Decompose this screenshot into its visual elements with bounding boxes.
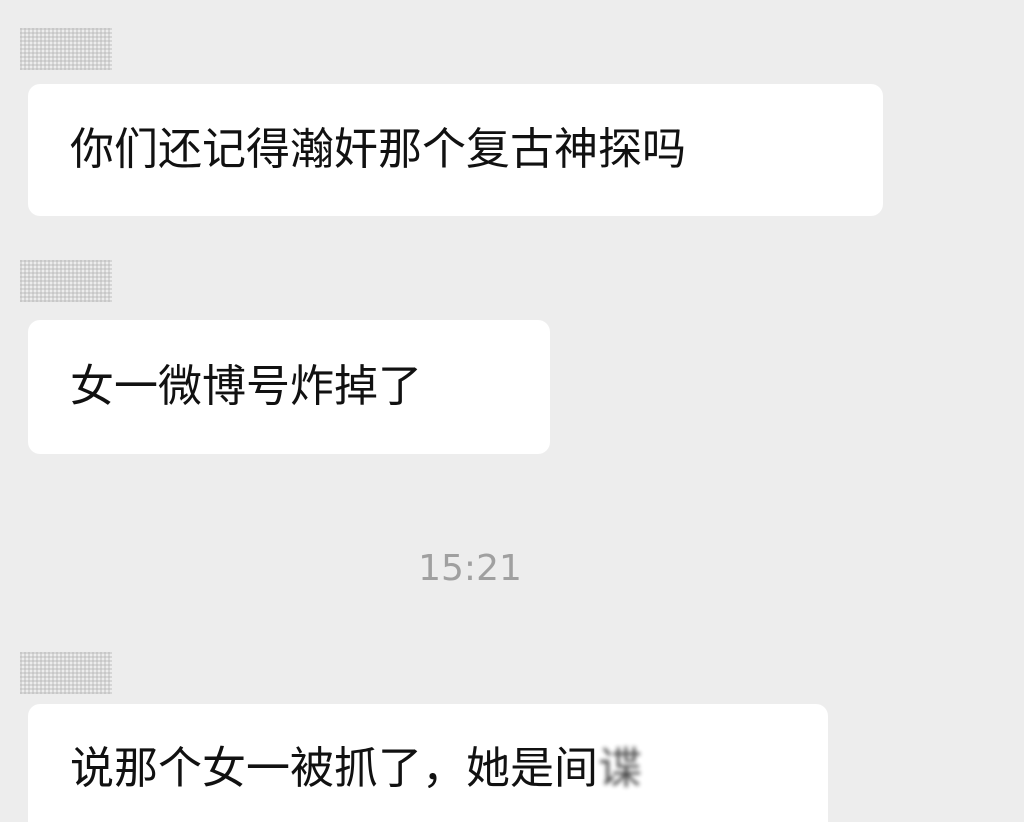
timestamp: 15:21 [418,548,522,589]
sender-name-obscured [20,652,112,694]
sender-name-obscured [20,28,112,70]
message-text: 你们还记得瀚奸那个复古神探吗 [70,124,686,175]
message-bubble[interactable]: 你们还记得瀚奸那个复古神探吗 [28,84,883,216]
sender-name-obscured [20,260,112,302]
message-text: 说那个女一被抓了，她是间 [70,743,598,794]
message-bubble[interactable]: 说那个女一被抓了，她是间谍 [28,704,828,822]
message-text: 女一微博号炸掉了 [70,361,422,412]
message-text-obscured: 谍 [598,743,642,794]
message-bubble[interactable]: 女一微博号炸掉了 [28,320,550,454]
chat-conversation: 你们还记得瀚奸那个复古神探吗 女一微博号炸掉了 15:21 说那个女一被抓了，她… [0,0,1024,822]
